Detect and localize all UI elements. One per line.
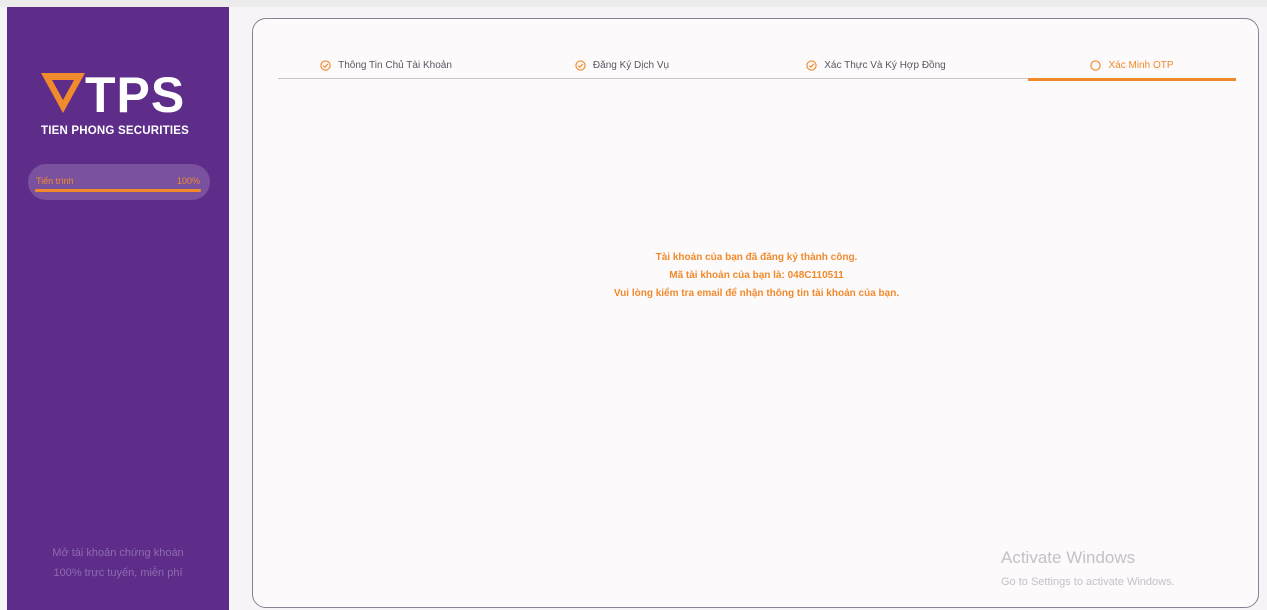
circle-icon bbox=[1090, 59, 1102, 71]
check-circle-icon bbox=[806, 59, 817, 71]
account-number-line: Mã tài khoản của bạn là: 048C110511 bbox=[669, 270, 844, 281]
progress-label: Tiến trình bbox=[36, 176, 74, 186]
watermark-title: Activate Windows bbox=[1001, 548, 1136, 567]
step-label: Xác Minh OTP bbox=[1108, 59, 1174, 71]
step-tabs: Thông Tin Chủ Tài Khoản Đăng Ký Dịch Vụ … bbox=[278, 51, 1236, 81]
email-instruction-line: Vui lòng kiểm tra email để nhận thông ti… bbox=[613, 288, 900, 299]
browser-top-strip bbox=[0, 0, 1267, 7]
step-label: Đăng Ký Dịch Vụ bbox=[592, 59, 670, 71]
step-label: Xác Thực Và Ký Hợp Đồng bbox=[824, 59, 946, 71]
progress-fill bbox=[35, 189, 201, 192]
progress-value: 100% bbox=[176, 176, 200, 186]
tps-logo: TPS TIEN PHONG SECURITIES bbox=[41, 67, 201, 147]
check-circle-icon bbox=[320, 59, 331, 71]
progress-indicator: Tiến trình 100% bbox=[28, 164, 210, 200]
progress-track bbox=[35, 189, 201, 192]
step-verify-contract[interactable]: Xác Thực Và Ký Hợp Đồng bbox=[768, 51, 984, 79]
step-label: Thông Tin Chủ Tài Khoản bbox=[338, 59, 452, 71]
registration-card: Thông Tin Chủ Tài Khoản Đăng Ký Dịch Vụ … bbox=[252, 18, 1259, 608]
success-line: Tài khoản của bạn đã đăng ký thành công. bbox=[655, 252, 858, 263]
windows-activation-watermark: Activate Windows Go to Settings to activ… bbox=[1001, 547, 1175, 591]
tagline-line-1: Mở tài khoản chứng khoán bbox=[52, 547, 184, 559]
check-circle-icon bbox=[575, 59, 586, 71]
watermark-subtitle: Go to Settings to activate Windows. bbox=[1001, 576, 1175, 588]
tagline-line-2: 100% trực tuyến, miễn phí bbox=[53, 567, 183, 579]
step-otp-verification[interactable]: Xác Minh OTP bbox=[1028, 51, 1236, 81]
sidebar: TPS TIEN PHONG SECURITIES Tiến trình 100… bbox=[7, 7, 229, 610]
tps-logo-mark-icon bbox=[41, 73, 85, 113]
sidebar-tagline: Mở tài khoản chứng khoán 100% trực tuyến… bbox=[7, 543, 229, 583]
logo-subtitle: TIEN PHONG SECURITIES bbox=[41, 125, 189, 137]
success-message: Tài khoản của bạn đã đăng ký thành công.… bbox=[253, 249, 1260, 303]
step-service-registration[interactable]: Đăng Ký Dịch Vụ bbox=[514, 51, 730, 79]
logo-text: TPS bbox=[85, 67, 186, 123]
step-account-info[interactable]: Thông Tin Chủ Tài Khoản bbox=[278, 51, 494, 79]
